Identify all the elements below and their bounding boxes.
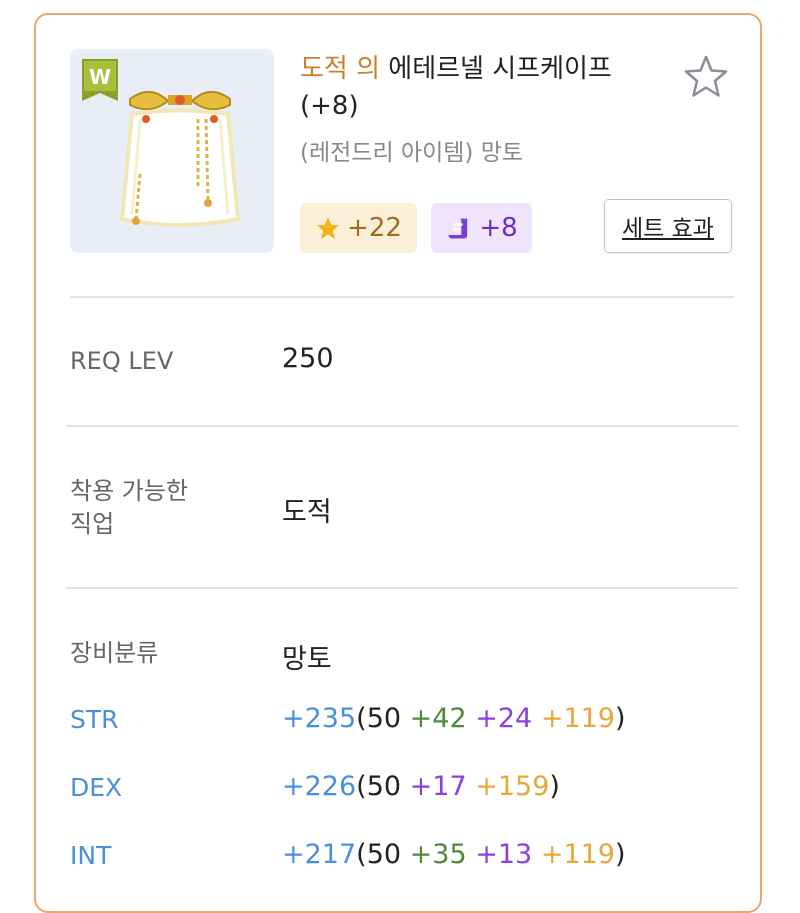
item-upgrade: (+8) bbox=[300, 91, 359, 121]
divider bbox=[66, 587, 738, 589]
star-icon bbox=[317, 217, 339, 239]
item-name: 에테르넬 시프케이프 bbox=[388, 54, 612, 84]
job-label-line2: 직업 bbox=[70, 510, 115, 538]
stat-value-str: +235(50 +42 +24 +119) bbox=[282, 703, 626, 734]
scroll-icon bbox=[448, 218, 468, 239]
set-effect-button[interactable]: 세트 효과 bbox=[604, 199, 732, 253]
divider bbox=[66, 425, 738, 427]
scroll-badge: +8 bbox=[431, 203, 532, 253]
item-name-prefix: 도적 의 bbox=[300, 54, 381, 84]
job-label-line1: 착용 가능한 bbox=[70, 477, 189, 505]
scroll-value: +8 bbox=[479, 213, 518, 243]
item-thumbnail: W bbox=[70, 49, 274, 253]
item-detail-card: W 도적 의 에테르넬 시프케이프 (+8) (레전드리 아이템) 망토 +22… bbox=[34, 13, 762, 913]
req-lev-label: REQ LEV bbox=[70, 347, 174, 375]
item-title: 도적 의 에테르넬 시프케이프 (+8) bbox=[300, 51, 660, 125]
category-label: 장비분류 bbox=[70, 639, 159, 667]
stat-label-str: STR bbox=[70, 705, 119, 734]
favorite-star-icon[interactable] bbox=[682, 53, 730, 101]
star-force-badge: +22 bbox=[300, 203, 417, 253]
job-value: 도적 bbox=[282, 497, 332, 528]
svg-text:W: W bbox=[89, 65, 111, 89]
item-subtitle: (레전드리 아이템) 망토 bbox=[300, 140, 524, 166]
cape-icon bbox=[119, 91, 241, 227]
star-force-value: +22 bbox=[347, 213, 402, 243]
job-label: 착용 가능한 직업 bbox=[70, 475, 188, 541]
stat-value-dex: +226(50 +17 +159) bbox=[282, 771, 560, 802]
stat-label-dex: DEX bbox=[70, 773, 123, 802]
stat-label-int: INT bbox=[70, 841, 112, 870]
req-lev-value: 250 bbox=[282, 343, 334, 374]
divider bbox=[70, 296, 734, 298]
stat-value-int: +217(50 +35 +13 +119) bbox=[282, 839, 626, 870]
category-value: 망토 bbox=[282, 644, 332, 675]
